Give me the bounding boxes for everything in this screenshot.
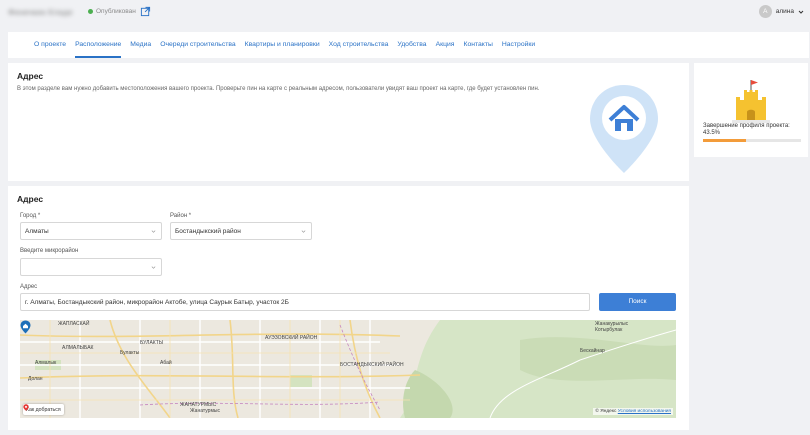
status-dot — [88, 9, 93, 14]
external-link-icon[interactable] — [140, 6, 151, 17]
chevron-down-icon — [151, 230, 156, 233]
profile-completion-card: Завершение профиля проекта: 43.5% — [694, 63, 808, 157]
location-marker-icon — [23, 404, 29, 411]
tab-media[interactable]: Медиа — [130, 32, 151, 58]
address-info-card: Адрес В этом разделе вам нужно добавить … — [8, 63, 689, 181]
tab-about[interactable]: О проекте — [34, 32, 66, 58]
directions-button[interactable]: Как добраться — [23, 404, 64, 415]
district-label: Район * — [170, 213, 192, 219]
form-title: Адрес — [17, 194, 44, 204]
address-label: Адрес — [20, 284, 38, 290]
map-copyright: © Яндекс Условия использования — [593, 408, 673, 415]
tab-location[interactable]: Расположение — [75, 32, 122, 58]
publish-status: Опубликован — [88, 8, 136, 15]
info-title: Адрес — [17, 71, 44, 81]
map-pin-icon[interactable] — [20, 320, 31, 334]
directions-label: Как добраться — [26, 406, 61, 413]
tab-promo[interactable]: Акция — [436, 32, 455, 58]
map-label-kotyrbulak: Котырбулак — [595, 327, 623, 333]
top-bar: Фенечкин Кладе Опубликован А алина — [0, 0, 810, 27]
tab-contacts[interactable]: Контакты — [463, 32, 492, 58]
map-label-bostandyk: БОСТАНДЫКСКИЙ РАЙОН — [340, 362, 404, 368]
map-background — [20, 320, 676, 418]
chevron-down-icon — [151, 266, 156, 269]
user-name: алина — [775, 8, 794, 15]
map-label-auezov: АУЭЗОВСКИЙ РАЙОН — [265, 335, 318, 341]
address-input[interactable]: г. Алматы, Бостандыкский район, микрорай… — [20, 293, 590, 311]
map-label-zhaplaskai: ЖАПЛАСКАЙ — [58, 321, 90, 327]
user-menu[interactable]: А алина — [758, 5, 804, 18]
castle-icon — [732, 80, 770, 123]
tab-settings[interactable]: Настройки — [502, 32, 535, 58]
project-title: Фенечкин Кладе — [8, 7, 73, 17]
status-text: Опубликован — [96, 8, 136, 15]
district-select[interactable]: Бостандыкский район — [170, 222, 312, 240]
tab-construction-stages[interactable]: Очереди строительства — [160, 32, 235, 58]
profile-completion-value: 43.5% — [703, 130, 721, 136]
tab-amenities[interactable]: Удобства — [397, 32, 426, 58]
city-value: Алматы — [25, 228, 49, 235]
copyright-brand: © Яндекс — [595, 409, 617, 414]
chevron-down-icon — [798, 10, 804, 14]
section-tabs: О проекте Расположение Медиа Очереди стр… — [8, 32, 809, 58]
city-label: Город * — [20, 213, 41, 219]
terms-link[interactable]: Условия использования — [618, 409, 671, 414]
map-label-zhanaturmys-village: Жанатурмыс — [190, 408, 220, 414]
district-value: Бостандыкский район — [175, 228, 241, 235]
map-label-bulakty-village: Булакты — [120, 350, 140, 356]
profile-completion-label: Завершение профиля проекта: — [703, 123, 790, 129]
tab-construction-progress[interactable]: Ход строительства — [329, 32, 389, 58]
chevron-down-icon — [301, 230, 306, 233]
profile-progress-bar — [703, 139, 801, 142]
search-button[interactable]: Поиск — [599, 293, 676, 311]
info-description: В этом разделе вам нужно добавить местоп… — [17, 86, 540, 92]
profile-progress-fill — [703, 139, 746, 142]
map-label-abai: Абай — [160, 360, 172, 366]
map-label-almalybak: АЛМАЛЫБАК — [62, 345, 94, 351]
microdistrict-label: Введите микрорайон — [20, 248, 79, 254]
tab-apartments[interactable]: Квартиры и планировки — [245, 32, 320, 58]
avatar: А — [758, 5, 772, 18]
microdistrict-select[interactable] — [20, 258, 162, 276]
map-label-dolan: Долан — [28, 376, 43, 382]
address-form-card: Адрес Город * Алматы Район * Бостандыкск… — [8, 186, 689, 430]
location-pin-illustration — [590, 85, 658, 173]
map-label-bulakty: БУЛАКТЫ — [140, 340, 164, 346]
map-label-almalyk: Алмалык — [35, 360, 57, 366]
map-label-beskainar: Бескайнар — [580, 348, 605, 354]
map[interactable]: ЖАПЛАСКАЙ АЛМАЛЫБАК Алмалык БУЛАКТЫ Була… — [20, 320, 676, 418]
city-select[interactable]: Алматы — [20, 222, 162, 240]
